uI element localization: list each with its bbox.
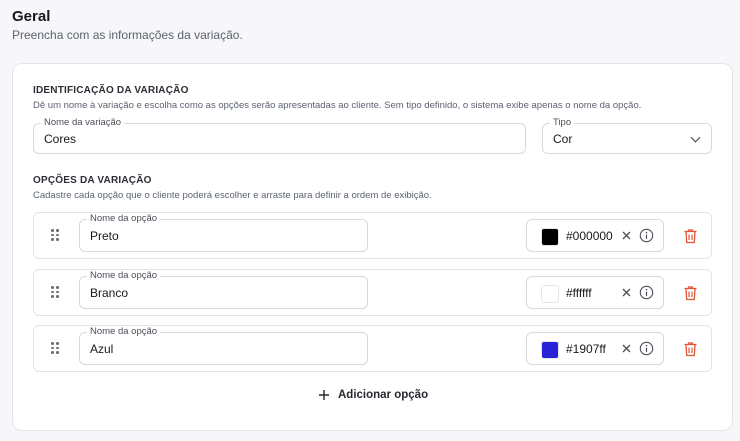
add-option-button[interactable]: Adicionar opção (318, 389, 428, 401)
variation-card: IDENTIFICAÇÃO DA VARIAÇÃO Dê um nome à v… (12, 63, 733, 431)
variation-name-value: Cores (44, 131, 77, 146)
color-swatch[interactable] (541, 285, 559, 303)
info-icon[interactable] (639, 341, 654, 356)
color-swatch[interactable] (541, 341, 559, 359)
options-title: OPÇÕES DA VARIAÇÃO (33, 175, 152, 186)
identification-title: IDENTIFICAÇÃO DA VARIAÇÃO (33, 85, 189, 96)
close-icon[interactable] (621, 287, 632, 298)
options-description: Cadastre cada opção que o cliente poderá… (33, 190, 432, 201)
variation-type-value: Cor (553, 131, 573, 146)
plus-icon (319, 390, 329, 400)
variation-type-select[interactable]: Tipo Cor (542, 117, 712, 154)
trash-icon[interactable] (683, 285, 698, 301)
color-swatch[interactable] (541, 228, 559, 246)
trash-icon[interactable] (683, 228, 698, 244)
info-icon[interactable] (639, 228, 654, 243)
option-name-value: Branco (90, 285, 129, 300)
option-name-field[interactable]: Nome da opção Azul (79, 326, 368, 365)
option-row: Nome da opção Preto #000000 (33, 212, 712, 259)
option-name-field[interactable]: Nome da opção Branco (79, 270, 368, 309)
option-name-field[interactable]: Nome da opção Preto (79, 213, 368, 252)
close-icon[interactable] (621, 230, 632, 241)
trash-icon[interactable] (683, 341, 698, 357)
info-icon[interactable] (639, 285, 654, 300)
option-color-field[interactable]: #ffffff (526, 276, 664, 309)
option-name-value: Preto (90, 228, 119, 243)
option-row: Nome da opção Azul #1907ff (33, 325, 712, 372)
option-color-field[interactable]: #000000 (526, 219, 664, 252)
close-icon[interactable] (621, 343, 632, 354)
color-hex-value: #ffffff (566, 285, 592, 300)
identification-description: Dê um nome à variação e escolha como as … (33, 100, 642, 111)
option-name-value: Azul (90, 341, 114, 356)
option-row: Nome da opção Branco #ffffff (33, 269, 712, 316)
drag-handle-icon[interactable] (51, 229, 59, 241)
add-option-label: Adicionar opção (338, 389, 429, 401)
variation-name-field[interactable]: Nome da variação Cores (33, 117, 526, 154)
option-color-field[interactable]: #1907ff (526, 332, 664, 365)
drag-handle-icon[interactable] (51, 286, 59, 298)
page-subtitle: Preencha com as informações da variação. (12, 28, 243, 42)
chevron-down-icon (690, 132, 701, 143)
color-hex-value: #1907ff (566, 341, 606, 356)
color-hex-value: #000000 (566, 228, 613, 243)
page-title: Geral (12, 8, 51, 25)
drag-handle-icon[interactable] (51, 342, 59, 354)
